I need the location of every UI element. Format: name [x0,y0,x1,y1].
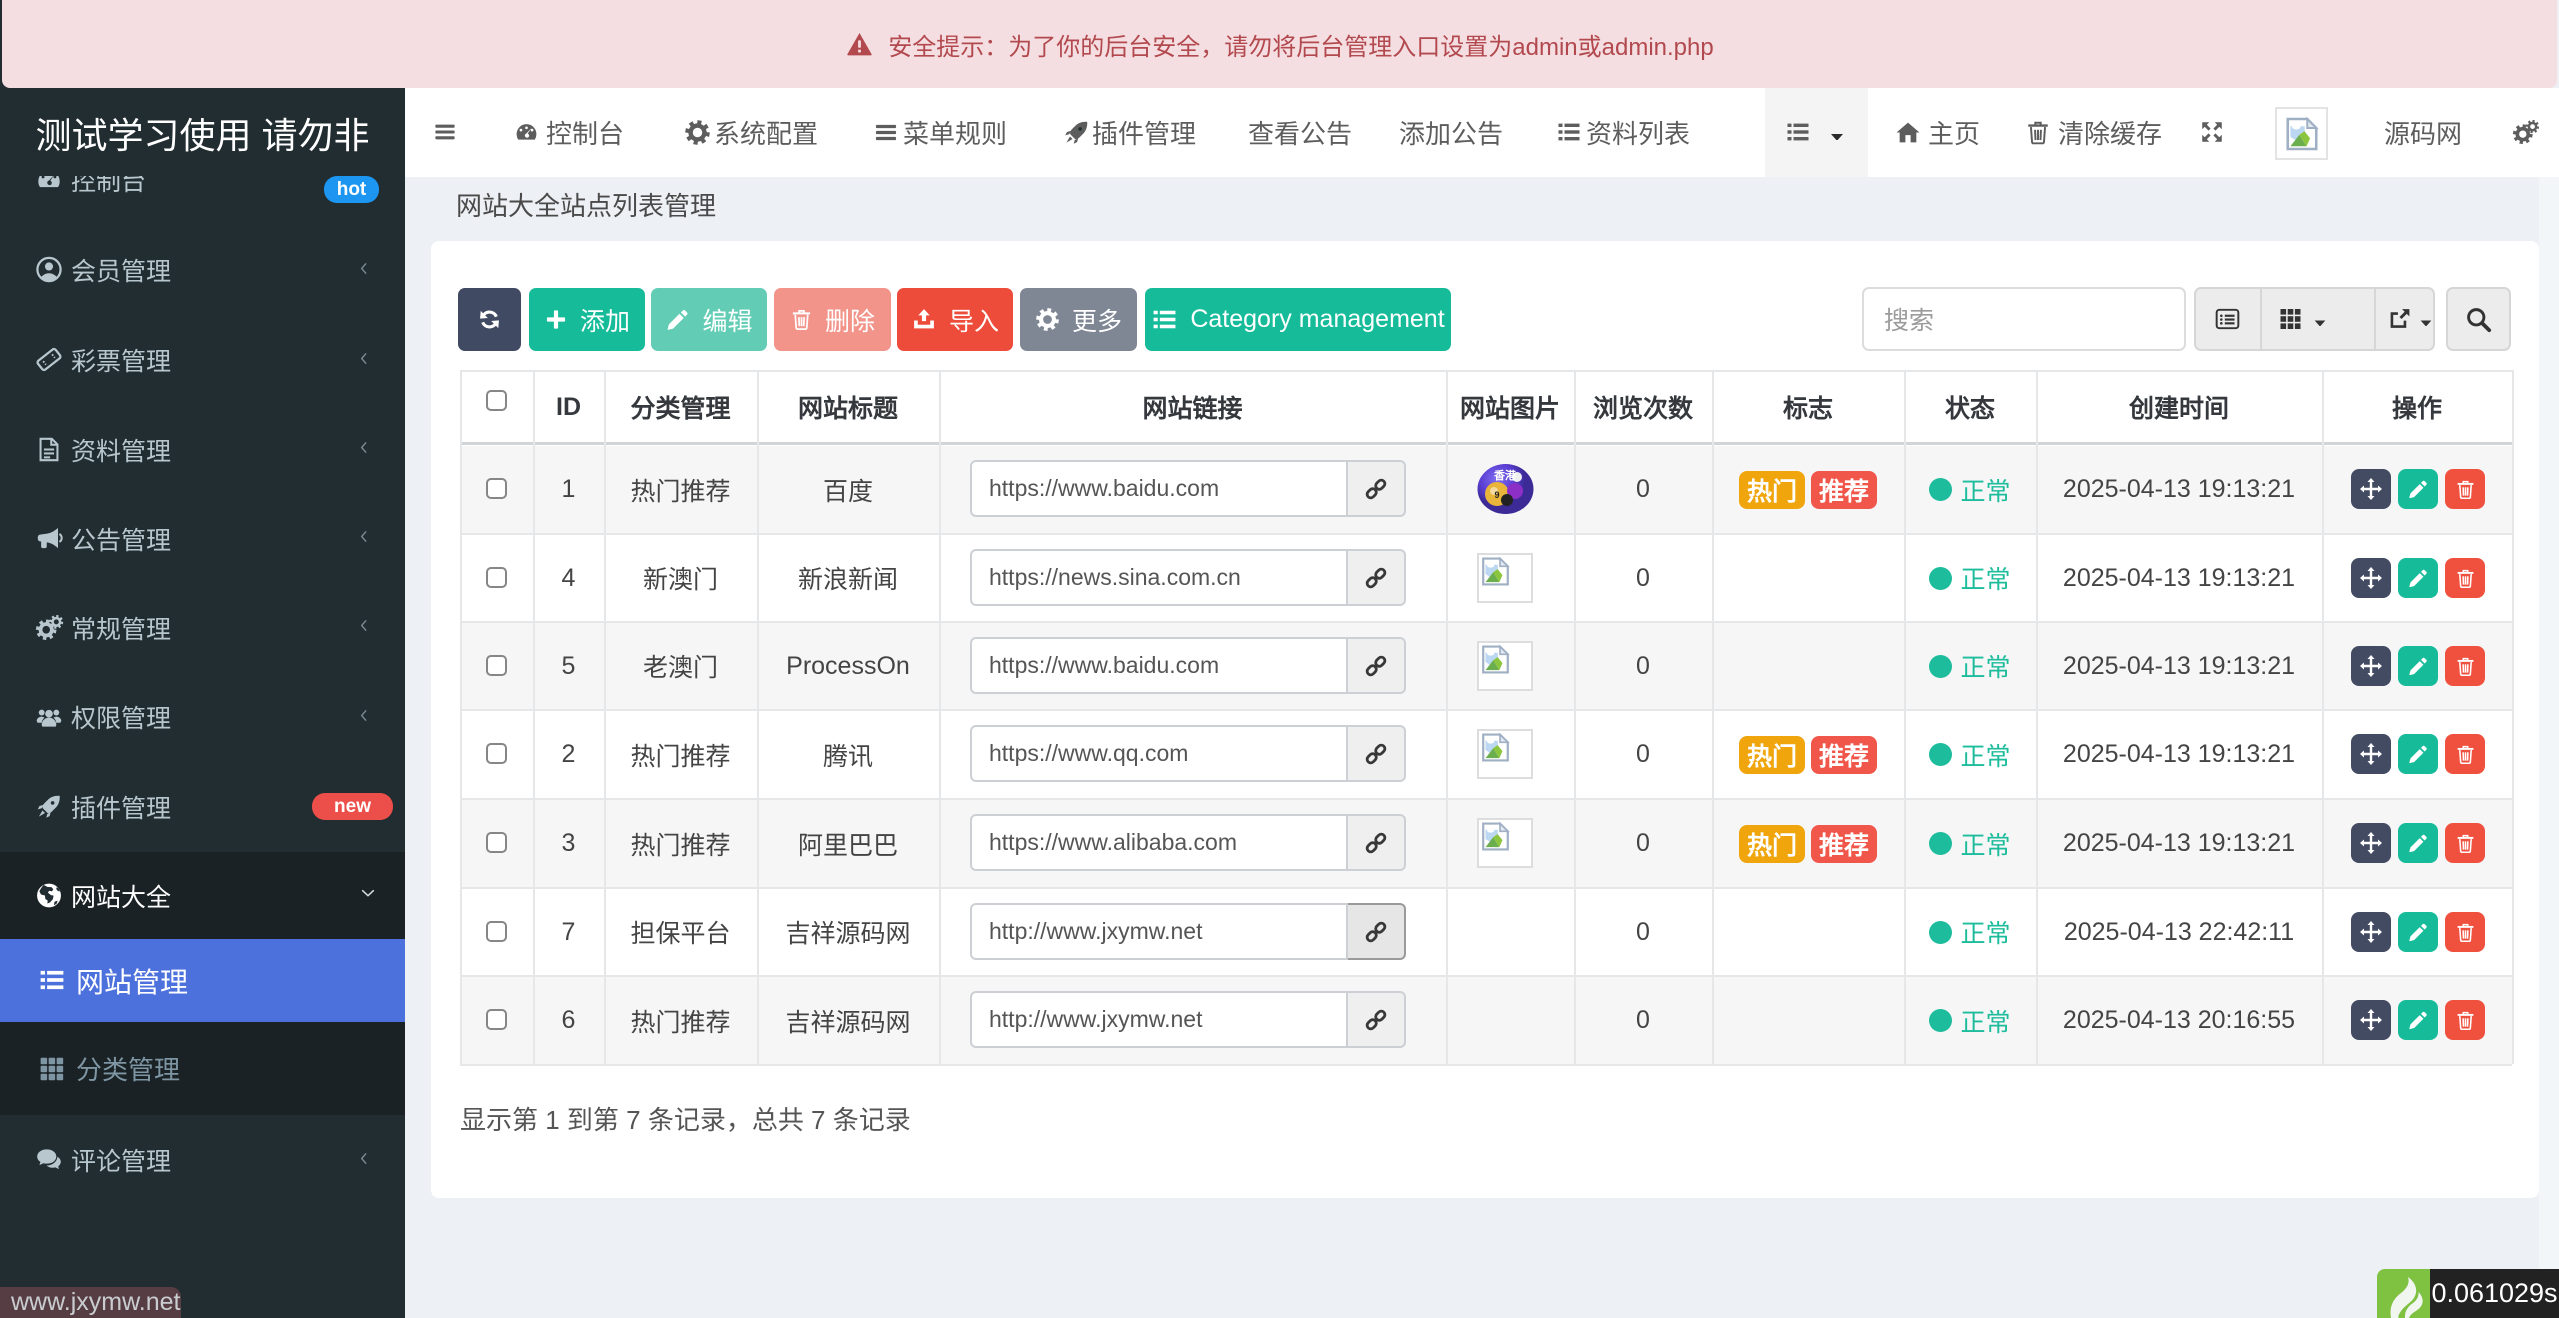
svg-text:9: 9 [1494,490,1499,500]
svg-text:香港: 香港 [1493,468,1517,482]
